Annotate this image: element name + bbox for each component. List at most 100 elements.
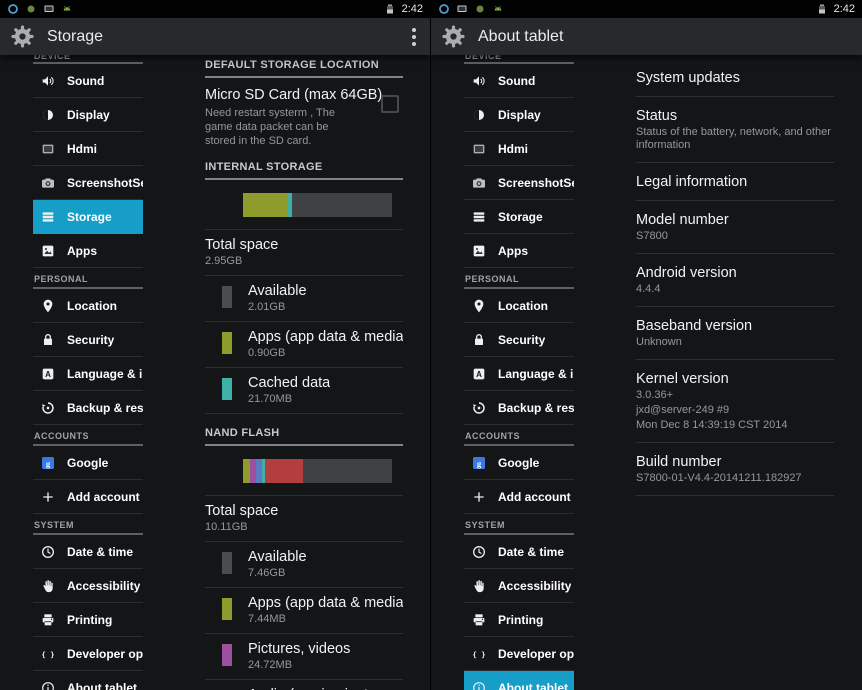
sidebar-item-label: Security	[67, 332, 115, 347]
sidebar-item-label: ScreenshotSe	[498, 175, 574, 190]
sidebar-item-label: Printing	[67, 612, 113, 627]
sidebar-item-label: Display	[498, 107, 541, 122]
sidebar-item-display[interactable]: Display	[464, 98, 574, 132]
sidebar-item-sound[interactable]: Sound	[464, 64, 574, 98]
backup-icon	[471, 400, 487, 416]
about-item-kernel-version[interactable]: Kernel version 3.0.36+ jxd@server-249 #9 Mo…	[636, 360, 834, 443]
sidebar-item-screenshot-settings[interactable]: ScreenshotSe	[464, 166, 574, 200]
sidebar-item-hdmi[interactable]: Hdmi	[464, 132, 574, 166]
nand-flash-rows: Available 7.46GB Apps (app data & media co…	[205, 542, 403, 690]
sidebar-item-backup-reset[interactable]: Backup & rese	[33, 391, 143, 425]
sidebar-item-date-time[interactable]: Date & time	[33, 535, 143, 569]
storage-content: DEFAULT STORAGE LOCATION Micro SD Card (…	[205, 55, 403, 690]
sidebar-item-storage[interactable]: Storage	[464, 200, 574, 234]
storage-item-row[interactable]: Cached data 21.70MB	[205, 368, 403, 414]
about-content: System updates Status Status of the batter…	[636, 55, 834, 496]
camera-icon	[471, 175, 487, 191]
nand-flash-bar	[243, 459, 392, 483]
storage-item-label: Cached data	[248, 375, 331, 391]
sd-card-checkbox[interactable]	[381, 95, 399, 113]
about-item-system-updates[interactable]: System updates	[636, 59, 834, 97]
storage-item-row[interactable]: Apps (app data & media conte 0.90GB	[205, 322, 403, 368]
braces-icon: { }	[471, 646, 487, 662]
storage-item-label: Available	[248, 283, 307, 299]
about-item-android-version[interactable]: Android version 4.4.4	[636, 254, 834, 307]
sidebar-item-security[interactable]: Security	[33, 323, 143, 357]
sidebar-item-add-account[interactable]: Add account	[464, 480, 574, 514]
about-item-model-number[interactable]: Model number S7800	[636, 201, 834, 254]
screen-notification-icon	[43, 3, 55, 16]
storage-item-label: Apps (app data & media conte	[248, 595, 403, 611]
legend-swatch	[222, 378, 232, 400]
hdmi-icon	[40, 141, 56, 157]
storage-item-row[interactable]: Available 2.01GB	[205, 276, 403, 322]
sidebar-item-google[interactable]: g Google	[33, 446, 143, 480]
sidebar-item-developer-options[interactable]: { } Developer opti	[33, 637, 143, 671]
sidebar-item-apps[interactable]: Apps	[464, 234, 574, 268]
sidebar-section-label: PERSONAL	[33, 268, 143, 289]
about-item-legal-information[interactable]: Legal information	[636, 163, 834, 201]
sidebar-item-label: Accessibility	[67, 578, 141, 593]
sidebar-item-label: Date & time	[67, 544, 134, 559]
sidebar-item-screenshot-settings[interactable]: ScreenshotSe	[33, 166, 143, 200]
plus-icon	[471, 489, 487, 505]
sidebar-item-backup-reset[interactable]: Backup & rese	[464, 391, 574, 425]
sidebar-item-google[interactable]: g Google	[464, 446, 574, 480]
status-bar: 2:42	[431, 0, 862, 18]
android-debug-icon	[61, 3, 73, 16]
sidebar-item-printing[interactable]: Printing	[33, 603, 143, 637]
legend-swatch	[222, 552, 232, 574]
sidebar-item-language-input[interactable]: A Language & in	[464, 357, 574, 391]
sidebar-item-display[interactable]: Display	[33, 98, 143, 132]
notification-dot-icon	[474, 3, 486, 16]
storage-item-value: 2.01GB	[248, 301, 286, 313]
sidebar-item-language-input[interactable]: A Language & in	[33, 357, 143, 391]
sidebar-item-developer-options[interactable]: { } Developer opti	[464, 637, 574, 671]
display-icon	[471, 107, 487, 123]
sidebar-item-label: Accessibility	[498, 578, 572, 593]
page-title: About tablet	[478, 27, 564, 45]
printer-icon	[471, 612, 487, 628]
sidebar-item-storage[interactable]: Storage	[33, 200, 143, 234]
android-debug-icon	[492, 3, 504, 16]
about-item-build-number[interactable]: Build number S7800-01-V4.4-20141211.18292…	[636, 443, 834, 496]
info-icon	[471, 680, 487, 690]
sidebar-item-location[interactable]: Location	[33, 289, 143, 323]
sidebar-item-security[interactable]: Security	[464, 323, 574, 357]
sidebar-item-accessibility[interactable]: Accessibility	[464, 569, 574, 603]
sidebar-item-date-time[interactable]: Date & time	[464, 535, 574, 569]
sidebar-item-sound[interactable]: Sound	[33, 64, 143, 98]
storage-item-row[interactable]: Pictures, videos 24.72MB	[205, 634, 403, 680]
sidebar-item-accessibility[interactable]: Accessibility	[33, 569, 143, 603]
battery-icon	[384, 3, 396, 16]
sidebar-item-location[interactable]: Location	[464, 289, 574, 323]
apps-icon	[40, 243, 56, 259]
micro-sd-card-item[interactable]: Micro SD Card (max 64GB) Need restart sy…	[205, 78, 403, 157]
sidebar-item-label: Developer opti	[67, 646, 143, 661]
sidebar-item-hdmi[interactable]: Hdmi	[33, 132, 143, 166]
overflow-menu-button[interactable]	[408, 24, 420, 50]
sidebar-item-add-account[interactable]: Add account	[33, 480, 143, 514]
sidebar-item-label: Apps	[67, 243, 97, 258]
storage-item-row[interactable]: Apps (app data & media conte 7.44MB	[205, 588, 403, 634]
sidebar-item-label: Printing	[498, 612, 544, 627]
storage-item-row[interactable]: Available 7.46GB	[205, 542, 403, 588]
legend-swatch	[222, 644, 232, 666]
micro-sd-subtitle: Need restart systerm , The game data pac…	[205, 107, 336, 147]
sidebar-item-about[interactable]: About tablet	[33, 671, 143, 690]
status-time: 2:42	[833, 3, 855, 15]
bar-segment	[243, 193, 288, 217]
about-item-title: Android version	[636, 265, 737, 281]
notification-circle-icon	[438, 3, 450, 16]
sidebar-item-printing[interactable]: Printing	[464, 603, 574, 637]
storage-item-row[interactable]: Audio (music, ringtones, podc80.00KB	[205, 680, 403, 690]
language-icon: A	[40, 366, 56, 382]
about-item-title: Status	[636, 108, 678, 124]
sidebar-item-label: Location	[67, 298, 117, 313]
storage-item-value: 7.44MB	[248, 613, 286, 625]
google-icon: g	[471, 455, 487, 471]
about-item-status[interactable]: Status Status of the battery, network, an…	[636, 97, 834, 163]
sidebar-item-apps[interactable]: Apps	[33, 234, 143, 268]
about-item-baseband-version[interactable]: Baseband version Unknown	[636, 307, 834, 360]
sidebar-item-about[interactable]: About tablet	[464, 671, 574, 690]
